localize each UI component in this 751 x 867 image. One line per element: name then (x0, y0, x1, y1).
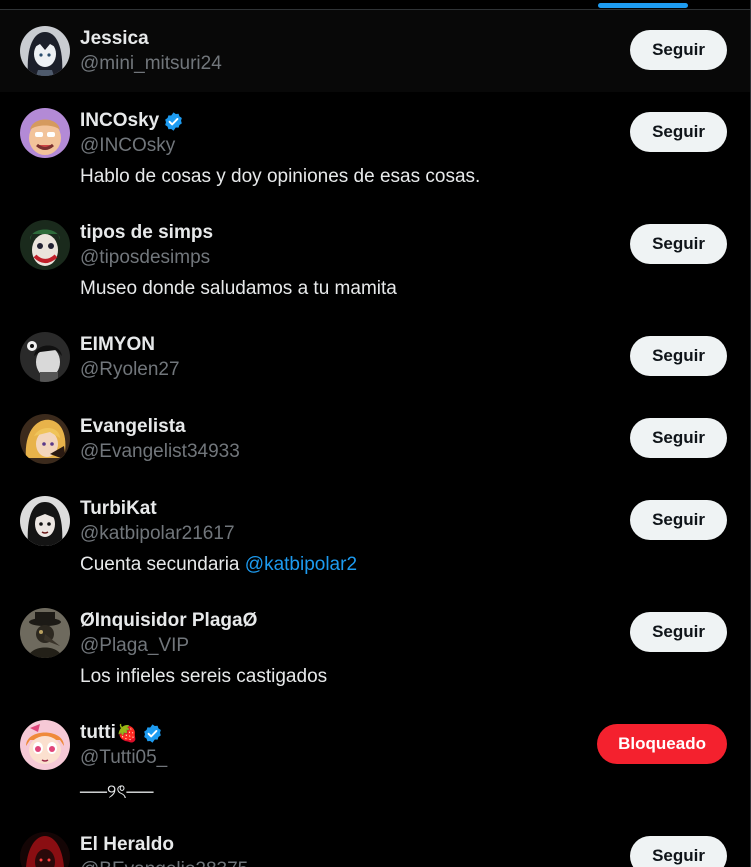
strawberry-emoji-icon: 🍓 (116, 723, 139, 743)
joker-avatar-icon (20, 220, 70, 270)
avatar[interactable] (20, 832, 70, 867)
avatar[interactable] (20, 26, 70, 76)
follow-button[interactable]: Seguir (630, 112, 727, 152)
verified-badge-icon (142, 723, 163, 744)
follow-button[interactable]: Seguir (630, 336, 727, 376)
user-row[interactable]: ØInquisidor PlagaØ @Plaga_VIP Los infiel… (0, 592, 750, 704)
avatar[interactable] (20, 720, 70, 770)
follow-button[interactable]: Seguir (630, 224, 727, 264)
user-list: Jessica @mini_mitsuri24 Seguir INCOsky @… (0, 10, 750, 867)
red-hood-avatar-icon (20, 832, 70, 867)
goth-girl-avatar-icon (20, 496, 70, 546)
follow-button[interactable]: Seguir (630, 612, 727, 652)
plague-doctor-avatar-icon (20, 608, 70, 658)
display-name[interactable]: TurbiKat (80, 498, 157, 520)
blonde-character-avatar-icon (20, 414, 70, 464)
display-name[interactable]: Jessica (80, 28, 149, 50)
active-tab-indicator (598, 3, 688, 8)
user-bio: Los infieles sereis castigados (80, 666, 328, 687)
user-bio-text: Cuenta secundaria (80, 554, 245, 575)
user-bio: Museo donde saludamos a tu mamita (80, 278, 397, 299)
blocked-button[interactable]: Bloqueado (597, 724, 727, 764)
follow-button[interactable]: Seguir (630, 836, 727, 867)
follow-button[interactable]: Seguir (630, 30, 727, 70)
manga-avatar-icon (20, 332, 70, 382)
avatar[interactable] (20, 332, 70, 382)
avatar[interactable] (20, 108, 70, 158)
display-name[interactable]: Evangelista (80, 416, 186, 438)
anime-girl-avatar-icon (20, 26, 70, 76)
display-name[interactable]: tutti (80, 722, 116, 744)
display-name[interactable]: EIMYON (80, 334, 155, 356)
avatar[interactable] (20, 414, 70, 464)
display-name[interactable]: ØInquisidor PlagaØ (80, 610, 257, 632)
display-name[interactable]: tipos de simps (80, 222, 213, 244)
user-row[interactable]: TurbiKat @katbipolar21617 Cuenta secunda… (0, 480, 750, 592)
display-name[interactable]: INCOsky (80, 110, 159, 132)
who-to-follow-list-frame: Jessica @mini_mitsuri24 Seguir INCOsky @… (0, 0, 751, 867)
follow-button[interactable]: Seguir (630, 418, 727, 458)
user-row[interactable]: Evangelista @Evangelist34933 Seguir (0, 398, 750, 480)
user-row[interactable]: INCOsky @INCOsky Hablo de cosas y doy op… (0, 92, 750, 204)
user-bio: ──୨ৎ── (80, 782, 154, 803)
user-row[interactable]: Jessica @mini_mitsuri24 Seguir (0, 10, 750, 92)
user-row[interactable]: tutti 🍓 @Tutti05_ ──୨ৎ── Bloqueado (0, 704, 750, 816)
cartoon-face-avatar-icon (20, 108, 70, 158)
avatar[interactable] (20, 608, 70, 658)
follow-button[interactable]: Seguir (630, 500, 727, 540)
avatar[interactable] (20, 496, 70, 546)
verified-badge-icon (163, 111, 184, 132)
user-row[interactable]: El Heraldo @BEvangelio28375 Seguir (0, 816, 750, 867)
display-name[interactable]: El Heraldo (80, 834, 174, 856)
bio-mention-link[interactable]: @katbipolar2 (245, 554, 357, 575)
user-bio: Cuenta secundaria @katbipolar2 (80, 554, 750, 578)
user-row[interactable]: EIMYON @Ryolen27 Seguir (0, 316, 750, 398)
powerpuff-avatar-icon (20, 720, 70, 770)
user-row[interactable]: tipos de simps @tiposdesimps Museo donde… (0, 204, 750, 316)
avatar[interactable] (20, 220, 70, 270)
user-bio: Hablo de cosas y doy opiniones de esas c… (80, 166, 481, 187)
